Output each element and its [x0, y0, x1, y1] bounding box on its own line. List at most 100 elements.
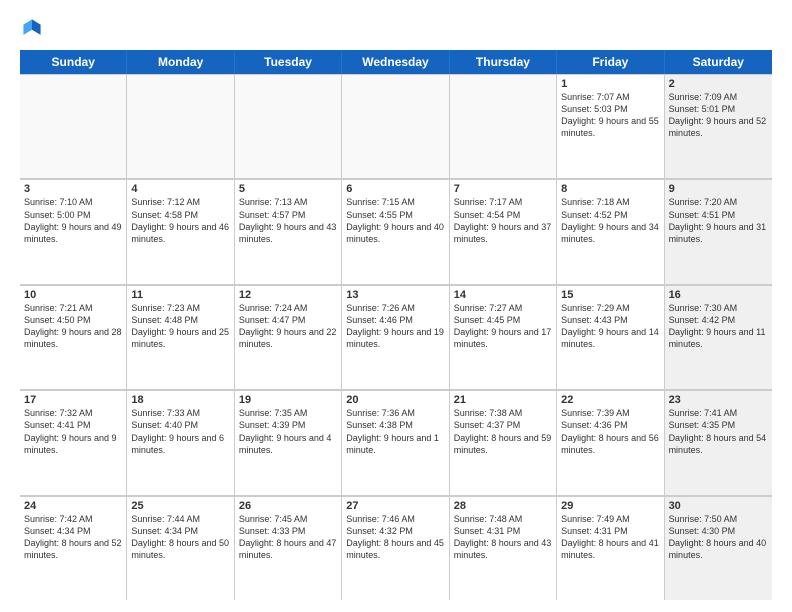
cell-info: Sunrise: 7:36 AM Sunset: 4:38 PM Dayligh…: [346, 407, 444, 456]
calendar-cell: [450, 74, 557, 178]
day-number: 23: [669, 394, 768, 406]
calendar-row: 3Sunrise: 7:10 AM Sunset: 5:00 PM Daylig…: [20, 179, 772, 284]
cell-info: Sunrise: 7:24 AM Sunset: 4:47 PM Dayligh…: [239, 302, 337, 351]
day-number: 15: [561, 289, 659, 301]
cell-info: Sunrise: 7:17 AM Sunset: 4:54 PM Dayligh…: [454, 196, 552, 245]
calendar-cell: 13Sunrise: 7:26 AM Sunset: 4:46 PM Dayli…: [342, 285, 449, 389]
calendar-cell: 19Sunrise: 7:35 AM Sunset: 4:39 PM Dayli…: [235, 390, 342, 494]
day-number: 1: [561, 78, 659, 90]
calendar-cell: 26Sunrise: 7:45 AM Sunset: 4:33 PM Dayli…: [235, 496, 342, 600]
calendar-cell: 15Sunrise: 7:29 AM Sunset: 4:43 PM Dayli…: [557, 285, 664, 389]
day-number: 12: [239, 289, 337, 301]
day-number: 14: [454, 289, 552, 301]
day-number: 7: [454, 183, 552, 195]
day-number: 13: [346, 289, 444, 301]
logo: [20, 16, 48, 40]
day-number: 17: [24, 394, 122, 406]
day-number: 21: [454, 394, 552, 406]
cell-info: Sunrise: 7:13 AM Sunset: 4:57 PM Dayligh…: [239, 196, 337, 245]
calendar-cell: 30Sunrise: 7:50 AM Sunset: 4:30 PM Dayli…: [665, 496, 772, 600]
calendar-cell: 11Sunrise: 7:23 AM Sunset: 4:48 PM Dayli…: [127, 285, 234, 389]
calendar-cell: 22Sunrise: 7:39 AM Sunset: 4:36 PM Dayli…: [557, 390, 664, 494]
logo-icon: [20, 16, 44, 40]
calendar-cell: 20Sunrise: 7:36 AM Sunset: 4:38 PM Dayli…: [342, 390, 449, 494]
cell-info: Sunrise: 7:21 AM Sunset: 4:50 PM Dayligh…: [24, 302, 122, 351]
day-number: 18: [131, 394, 229, 406]
day-header-tuesday: Tuesday: [235, 50, 342, 74]
cell-info: Sunrise: 7:09 AM Sunset: 5:01 PM Dayligh…: [669, 91, 768, 140]
day-number: 30: [669, 500, 768, 512]
day-number: 28: [454, 500, 552, 512]
calendar-cell: 29Sunrise: 7:49 AM Sunset: 4:31 PM Dayli…: [557, 496, 664, 600]
calendar-row: 1Sunrise: 7:07 AM Sunset: 5:03 PM Daylig…: [20, 74, 772, 179]
day-number: 24: [24, 500, 122, 512]
day-header-saturday: Saturday: [665, 50, 772, 74]
day-header-friday: Friday: [557, 50, 664, 74]
cell-info: Sunrise: 7:07 AM Sunset: 5:03 PM Dayligh…: [561, 91, 659, 140]
calendar-cell: 5Sunrise: 7:13 AM Sunset: 4:57 PM Daylig…: [235, 179, 342, 283]
day-number: 6: [346, 183, 444, 195]
cell-info: Sunrise: 7:15 AM Sunset: 4:55 PM Dayligh…: [346, 196, 444, 245]
day-number: 5: [239, 183, 337, 195]
calendar-cell: 1Sunrise: 7:07 AM Sunset: 5:03 PM Daylig…: [557, 74, 664, 178]
calendar-cell: [235, 74, 342, 178]
calendar-cell: 10Sunrise: 7:21 AM Sunset: 4:50 PM Dayli…: [20, 285, 127, 389]
day-number: 8: [561, 183, 659, 195]
calendar-cell: [20, 74, 127, 178]
cell-info: Sunrise: 7:27 AM Sunset: 4:45 PM Dayligh…: [454, 302, 552, 351]
cell-info: Sunrise: 7:33 AM Sunset: 4:40 PM Dayligh…: [131, 407, 229, 456]
calendar-cell: 8Sunrise: 7:18 AM Sunset: 4:52 PM Daylig…: [557, 179, 664, 283]
calendar-cell: 2Sunrise: 7:09 AM Sunset: 5:01 PM Daylig…: [665, 74, 772, 178]
day-number: 4: [131, 183, 229, 195]
calendar-cell: 4Sunrise: 7:12 AM Sunset: 4:58 PM Daylig…: [127, 179, 234, 283]
calendar-cell: 7Sunrise: 7:17 AM Sunset: 4:54 PM Daylig…: [450, 179, 557, 283]
day-number: 3: [24, 183, 122, 195]
calendar-row: 24Sunrise: 7:42 AM Sunset: 4:34 PM Dayli…: [20, 496, 772, 600]
day-header-thursday: Thursday: [450, 50, 557, 74]
cell-info: Sunrise: 7:20 AM Sunset: 4:51 PM Dayligh…: [669, 196, 768, 245]
calendar-cell: [342, 74, 449, 178]
cell-info: Sunrise: 7:45 AM Sunset: 4:33 PM Dayligh…: [239, 513, 337, 562]
day-header-wednesday: Wednesday: [342, 50, 449, 74]
calendar-row: 10Sunrise: 7:21 AM Sunset: 4:50 PM Dayli…: [20, 285, 772, 390]
cell-info: Sunrise: 7:50 AM Sunset: 4:30 PM Dayligh…: [669, 513, 768, 562]
cell-info: Sunrise: 7:39 AM Sunset: 4:36 PM Dayligh…: [561, 407, 659, 456]
cell-info: Sunrise: 7:38 AM Sunset: 4:37 PM Dayligh…: [454, 407, 552, 456]
cell-info: Sunrise: 7:26 AM Sunset: 4:46 PM Dayligh…: [346, 302, 444, 351]
cell-info: Sunrise: 7:48 AM Sunset: 4:31 PM Dayligh…: [454, 513, 552, 562]
day-number: 11: [131, 289, 229, 301]
cell-info: Sunrise: 7:23 AM Sunset: 4:48 PM Dayligh…: [131, 302, 229, 351]
calendar-cell: 25Sunrise: 7:44 AM Sunset: 4:34 PM Dayli…: [127, 496, 234, 600]
day-number: 25: [131, 500, 229, 512]
day-number: 2: [669, 78, 768, 90]
calendar-cell: 17Sunrise: 7:32 AM Sunset: 4:41 PM Dayli…: [20, 390, 127, 494]
calendar-header: SundayMondayTuesdayWednesdayThursdayFrid…: [20, 50, 772, 74]
cell-info: Sunrise: 7:42 AM Sunset: 4:34 PM Dayligh…: [24, 513, 122, 562]
calendar-cell: 14Sunrise: 7:27 AM Sunset: 4:45 PM Dayli…: [450, 285, 557, 389]
day-number: 16: [669, 289, 768, 301]
calendar-cell: 27Sunrise: 7:46 AM Sunset: 4:32 PM Dayli…: [342, 496, 449, 600]
cell-info: Sunrise: 7:44 AM Sunset: 4:34 PM Dayligh…: [131, 513, 229, 562]
cell-info: Sunrise: 7:35 AM Sunset: 4:39 PM Dayligh…: [239, 407, 337, 456]
calendar-cell: [127, 74, 234, 178]
cell-info: Sunrise: 7:10 AM Sunset: 5:00 PM Dayligh…: [24, 196, 122, 245]
cell-info: Sunrise: 7:41 AM Sunset: 4:35 PM Dayligh…: [669, 407, 768, 456]
cell-info: Sunrise: 7:18 AM Sunset: 4:52 PM Dayligh…: [561, 196, 659, 245]
calendar-cell: 12Sunrise: 7:24 AM Sunset: 4:47 PM Dayli…: [235, 285, 342, 389]
header: [20, 16, 772, 40]
day-number: 19: [239, 394, 337, 406]
day-number: 27: [346, 500, 444, 512]
calendar-cell: 9Sunrise: 7:20 AM Sunset: 4:51 PM Daylig…: [665, 179, 772, 283]
day-number: 22: [561, 394, 659, 406]
day-header-monday: Monday: [127, 50, 234, 74]
day-number: 10: [24, 289, 122, 301]
cell-info: Sunrise: 7:29 AM Sunset: 4:43 PM Dayligh…: [561, 302, 659, 351]
cell-info: Sunrise: 7:49 AM Sunset: 4:31 PM Dayligh…: [561, 513, 659, 562]
calendar: SundayMondayTuesdayWednesdayThursdayFrid…: [20, 50, 772, 600]
calendar-row: 17Sunrise: 7:32 AM Sunset: 4:41 PM Dayli…: [20, 390, 772, 495]
calendar-cell: 18Sunrise: 7:33 AM Sunset: 4:40 PM Dayli…: [127, 390, 234, 494]
cell-info: Sunrise: 7:12 AM Sunset: 4:58 PM Dayligh…: [131, 196, 229, 245]
cell-info: Sunrise: 7:32 AM Sunset: 4:41 PM Dayligh…: [24, 407, 122, 456]
calendar-cell: 23Sunrise: 7:41 AM Sunset: 4:35 PM Dayli…: [665, 390, 772, 494]
day-number: 26: [239, 500, 337, 512]
